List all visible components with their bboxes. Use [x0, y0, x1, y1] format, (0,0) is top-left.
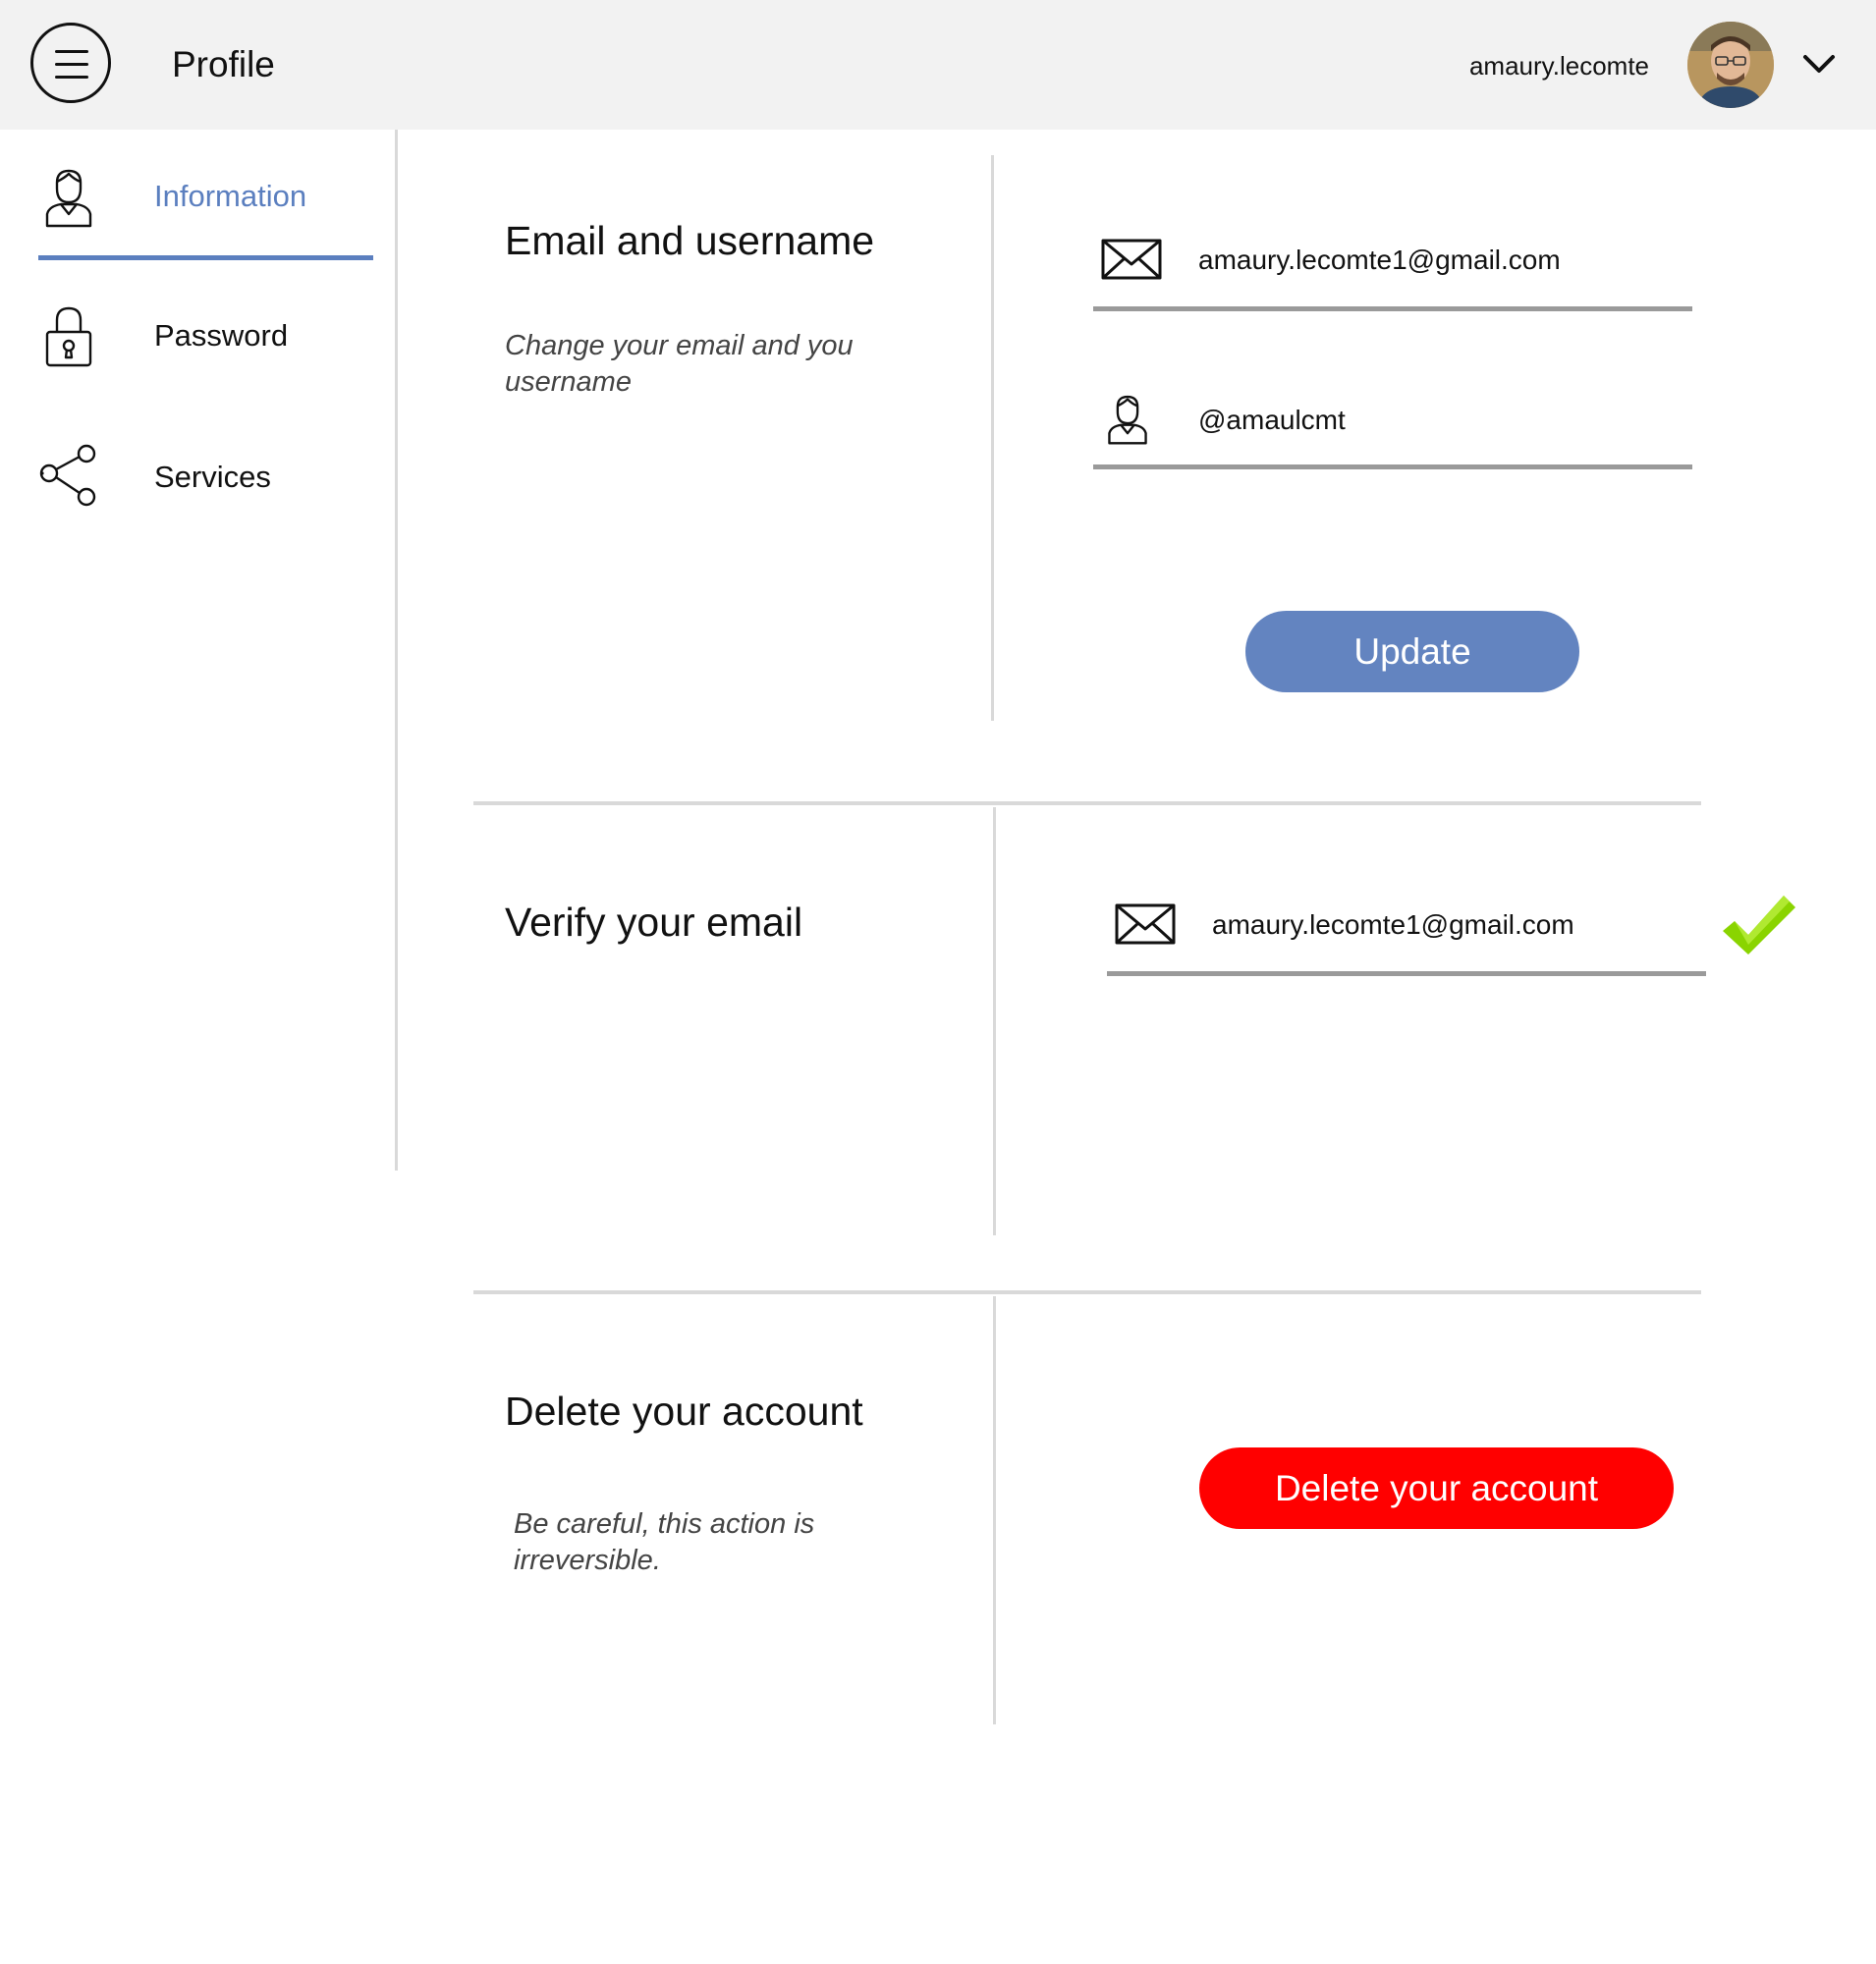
top-bar: Profile amaury.lecomte	[0, 0, 1876, 130]
lock-icon	[45, 306, 92, 367]
verify-email-field[interactable]: amaury.lecomte1@gmail.com	[1107, 898, 1706, 976]
email-username-description: Change your email and you username	[505, 330, 854, 398]
email-username-title: Email and username	[505, 218, 875, 263]
sidebar-item-services[interactable]: Services	[0, 416, 373, 524]
sidebar-item-information[interactable]: Information	[0, 137, 373, 246]
username-field-underline	[1093, 464, 1692, 469]
sidebar-item-label: Password	[154, 318, 289, 353]
page-title: Profile	[172, 44, 275, 84]
email-field[interactable]: amaury.lecomte1@gmail.com	[1093, 233, 1692, 311]
user-icon	[1108, 395, 1147, 445]
section-divider	[473, 801, 1701, 805]
username-field[interactable]: @amaulcmt	[1093, 391, 1692, 469]
email-field-underline	[1093, 306, 1692, 311]
email-input[interactable]: amaury.lecomte1@gmail.com	[1198, 243, 1561, 278]
update-button[interactable]: Update	[1245, 611, 1579, 692]
section-divider-vertical	[991, 155, 994, 721]
delete-account-description: Be careful, this action is irreversible.	[514, 1508, 815, 1576]
hamburger-menu-icon[interactable]	[30, 23, 111, 103]
verify-email-underline	[1107, 971, 1706, 976]
active-tab-indicator	[38, 255, 373, 260]
delete-account-title: Delete your account	[505, 1389, 863, 1434]
section-divider-vertical	[993, 1296, 996, 1724]
section-divider-vertical	[993, 807, 996, 1235]
sidebar-item-password[interactable]: Password	[0, 277, 373, 385]
sidebar-item-label: Information	[154, 179, 307, 213]
envelope-icon	[1115, 903, 1176, 945]
section-divider	[473, 1290, 1701, 1294]
username-label[interactable]: amaury.lecomte	[1469, 49, 1649, 82]
verify-email-title: Verify your email	[505, 900, 803, 945]
sidebar-item-label: Services	[154, 460, 271, 494]
envelope-icon	[1101, 239, 1162, 280]
user-icon	[45, 169, 92, 228]
delete-account-button[interactable]: Delete your account	[1199, 1447, 1674, 1529]
chevron-down-icon[interactable]	[1799, 45, 1839, 84]
sidebar: Information Password Services	[0, 130, 398, 1171]
verify-email-input[interactable]: amaury.lecomte1@gmail.com	[1212, 907, 1574, 943]
avatar[interactable]	[1687, 22, 1774, 108]
share-icon	[39, 444, 96, 507]
checkmark-icon	[1723, 896, 1795, 955]
username-input[interactable]: @amaulcmt	[1198, 403, 1346, 438]
